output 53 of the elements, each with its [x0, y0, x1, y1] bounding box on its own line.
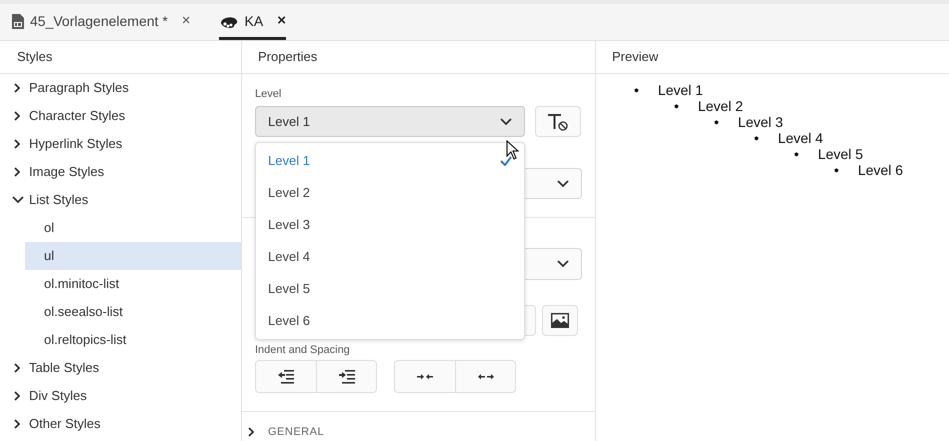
bullet: • — [794, 146, 799, 162]
menu-item[interactable]: Level 6 — [256, 305, 524, 337]
field-label: Level — [255, 87, 282, 100]
menu-item[interactable]: Level 5 — [256, 273, 524, 305]
menu-item[interactable]: Level 4 — [256, 241, 524, 273]
list-item-text: Level 2 — [698, 98, 744, 114]
image-button[interactable] — [542, 305, 578, 336]
editor-tab[interactable]: KA × — [218, 3, 286, 40]
clear-format-button[interactable] — [535, 106, 581, 137]
bullet: • — [834, 162, 839, 178]
clear-format-icon — [547, 112, 569, 130]
palette-icon — [218, 14, 239, 28]
panel-title: Properties — [242, 41, 595, 74]
tree-item[interactable]: Other Styles — [0, 410, 241, 438]
tree-item[interactable]: Paragraph Styles — [0, 74, 241, 102]
panel-title: Styles — [0, 41, 241, 74]
menu-item[interactable]: Level 2 — [256, 177, 524, 209]
outdent-icon — [277, 370, 295, 384]
chevron-down-icon — [500, 116, 512, 128]
menu-item[interactable]: Level 3 — [256, 209, 524, 241]
bullet: • — [714, 114, 719, 130]
section-header[interactable]: GENERAL — [246, 424, 324, 440]
list-item-text: Level 5 — [818, 146, 864, 162]
editor-tab[interactable]: 45_Vorlagenelement * × — [12, 3, 191, 40]
tree-item[interactable]: Div Styles — [0, 382, 241, 410]
chevron-down-icon — [12, 194, 24, 206]
list-item-text: Level 4 — [778, 130, 824, 146]
indent-icon — [338, 370, 356, 384]
tree-item[interactable]: Hyperlink Styles — [0, 130, 241, 158]
chevron-down-icon — [557, 258, 569, 270]
image-icon — [551, 313, 569, 328]
menu-item[interactable]: Level 1 — [256, 145, 524, 177]
tree-item[interactable]: Image Styles — [0, 158, 241, 186]
panel-title: Preview — [596, 41, 949, 74]
bullet: • — [634, 82, 639, 98]
checkmark-icon — [500, 156, 512, 166]
list-item-text: Level 1 — [658, 82, 704, 98]
tree-item[interactable]: Table Styles — [0, 354, 241, 382]
bullet: • — [754, 130, 759, 146]
tree-item[interactable]: List Styles — [0, 186, 241, 214]
document-icon — [12, 14, 24, 29]
bullet: • — [674, 98, 679, 114]
level-dropdown[interactable]: Level 1 — [255, 106, 525, 137]
list-item-text: Level 3 — [738, 114, 784, 130]
section-label: Indent and Spacing — [255, 343, 351, 356]
tree-item[interactable]: Character Styles — [0, 102, 241, 130]
list-item-text: Level 6 — [858, 162, 904, 178]
chevron-down-icon — [557, 178, 569, 190]
tree-item[interactable]: ul — [25, 242, 241, 270]
tree-item[interactable]: ol.seealso-list — [25, 298, 241, 326]
tree-item[interactable]: ol — [25, 214, 241, 242]
tree-item[interactable]: ol.minitoc-list — [25, 270, 241, 298]
tree-item[interactable]: ol.reltopics-list — [25, 326, 241, 354]
